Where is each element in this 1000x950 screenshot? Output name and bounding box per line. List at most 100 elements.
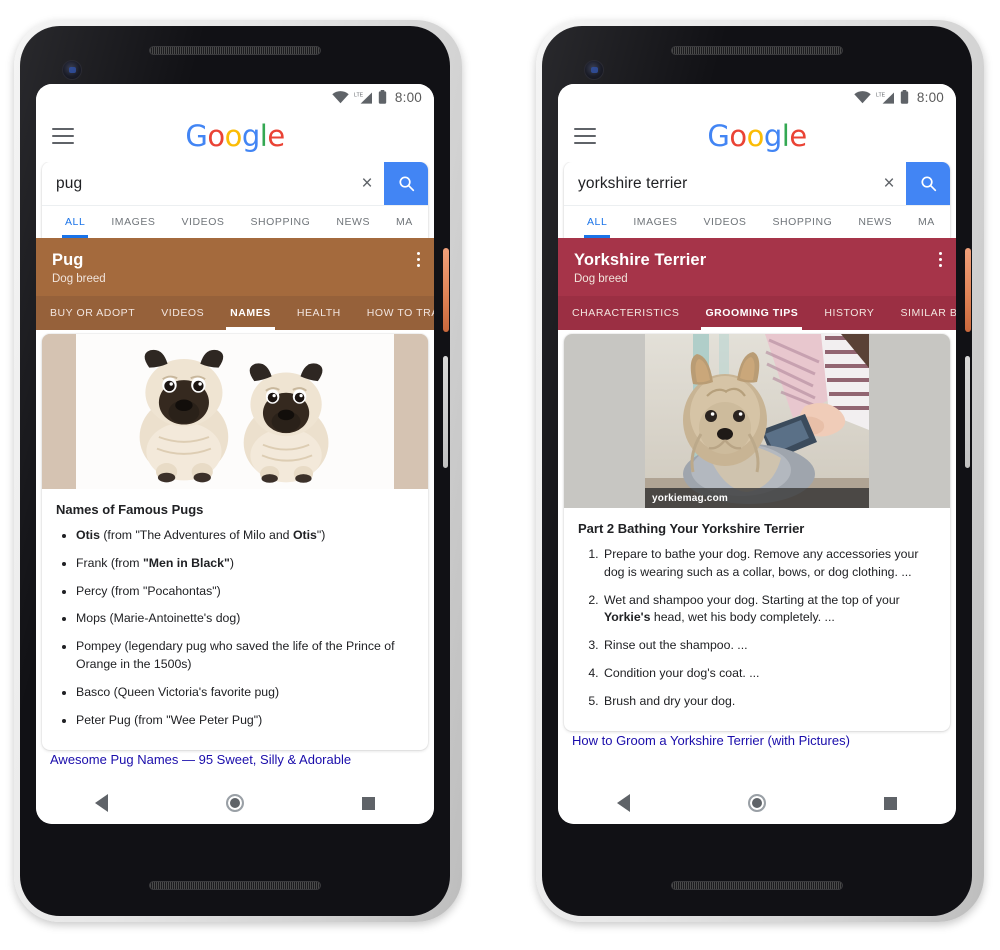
- body-heading: Part 2 Bathing Your Yorkshire Terrier: [578, 521, 805, 536]
- list-item: Condition your dog's coat. ...: [602, 665, 936, 683]
- result-content-yorkshire-terrier: yorkiemag.com Part 2 Bathing Your Yorksh…: [558, 330, 956, 782]
- tab-news[interactable]: NEWS: [845, 206, 905, 238]
- search-icon: [920, 176, 936, 192]
- google-logo: Google: [707, 118, 807, 153]
- back-triangle-icon[interactable]: [617, 794, 630, 812]
- bottom-speaker-grille: [149, 881, 321, 890]
- result-card[interactable]: yorkiemag.com Part 2 Bathing Your Yorksh…: [564, 334, 950, 731]
- kp-tab-how-to-train[interactable]: HOW TO TRAIN: [354, 296, 434, 330]
- list-item: Prepare to bathe your dog. Remove any ac…: [602, 546, 936, 582]
- android-nav-bar: [558, 782, 956, 824]
- earpiece-speaker-grille: [671, 46, 843, 55]
- next-result-link[interactable]: How to Groom a Yorkshire Terrier (with P…: [558, 731, 956, 748]
- google-app-header: Google: [36, 110, 434, 162]
- phone-screen-yorkshire-terrier: LTE 8:00 Google yorkshire terrier × ALL …: [558, 84, 956, 824]
- overflow-menu-icon[interactable]: [417, 252, 420, 267]
- famous-pug-names-list: Otis (from "The Adventures of Milo and O…: [56, 527, 414, 730]
- tab-all[interactable]: ALL: [574, 206, 620, 238]
- hamburger-menu-icon[interactable]: [574, 128, 596, 144]
- list-item: Basco (Queen Victoria's favorite pug): [76, 684, 414, 702]
- tab-shopping[interactable]: SHOPPING: [759, 206, 845, 238]
- search-submit-button[interactable]: [384, 162, 428, 205]
- status-bar: LTE 8:00: [558, 84, 956, 110]
- page-title: Pug: [52, 251, 84, 269]
- home-circle-icon[interactable]: [226, 794, 244, 812]
- body-heading: Names of Famous Pugs: [56, 502, 204, 517]
- kp-tab-similar-breeds[interactable]: SIMILAR BRE: [888, 296, 957, 330]
- image-credit-text: yorkiemag.com: [652, 492, 728, 504]
- status-bar-clock: 8:00: [394, 89, 422, 105]
- list-item: Rinse out the shampoo. ...: [602, 637, 936, 655]
- home-circle-icon[interactable]: [748, 794, 766, 812]
- tab-news[interactable]: NEWS: [323, 206, 383, 238]
- knowledge-panel-tabs: CHARACTERISTICS GROOMING TIPS HISTORY SI…: [558, 296, 956, 330]
- bottom-speaker-grille: [671, 881, 843, 890]
- search-bar[interactable]: yorkshire terrier ×: [564, 162, 950, 206]
- bathing-steps-list: Prepare to bathe your dog. Remove any ac…: [578, 546, 936, 711]
- lte-signal-icon: LTE: [876, 91, 895, 104]
- clear-search-icon[interactable]: ×: [872, 162, 906, 205]
- tab-shopping[interactable]: SHOPPING: [237, 206, 323, 238]
- recents-square-icon[interactable]: [362, 796, 375, 810]
- list-item: Percy (from "Pocahontas"): [76, 583, 414, 601]
- battery-icon: [378, 90, 387, 104]
- kp-tab-grooming-tips[interactable]: GROOMING TIPS: [692, 296, 811, 330]
- search-input[interactable]: pug: [42, 175, 350, 193]
- wifi-icon: [332, 90, 349, 104]
- kp-tab-videos[interactable]: VIDEOS: [148, 296, 217, 330]
- search-input[interactable]: yorkshire terrier: [564, 175, 872, 193]
- page-subtitle: Dog breed: [52, 273, 106, 285]
- kp-tab-characteristics[interactable]: CHARACTERISTICS: [558, 296, 692, 330]
- kp-tab-health[interactable]: HEALTH: [284, 296, 354, 330]
- list-item: Wet and shampoo your dog. Starting at th…: [602, 592, 936, 628]
- recents-square-icon[interactable]: [884, 796, 897, 810]
- svg-text:LTE: LTE: [354, 92, 364, 98]
- page-title: Yorkshire Terrier: [574, 251, 707, 269]
- result-card[interactable]: Names of Famous Pugs Otis (from "The Adv…: [42, 334, 428, 750]
- search-bar[interactable]: pug ×: [42, 162, 428, 206]
- back-triangle-icon[interactable]: [95, 794, 108, 812]
- google-app-header: Google: [558, 110, 956, 162]
- hero-image-area: [76, 334, 394, 489]
- knowledge-panel-header: Pug Dog breed: [36, 238, 434, 296]
- image-credit-badge: yorkiemag.com: [645, 488, 869, 508]
- pug-illustration: [76, 336, 394, 487]
- kp-tab-buy-or-adopt[interactable]: BUY OR ADOPT: [36, 296, 148, 330]
- tab-videos[interactable]: VIDEOS: [169, 206, 238, 238]
- volume-button[interactable]: [443, 356, 448, 468]
- knowledge-panel-header: Yorkshire Terrier Dog breed: [558, 238, 956, 296]
- kp-tab-names[interactable]: NAMES: [217, 296, 284, 330]
- kp-tab-history[interactable]: HISTORY: [811, 296, 887, 330]
- tab-all[interactable]: ALL: [52, 206, 98, 238]
- search-card: pug × ALL IMAGES VIDEOS SHOPPING NEWS MA: [42, 162, 428, 238]
- hero-image-area: yorkiemag.com: [645, 334, 869, 508]
- list-item: Peter Pug (from "Wee Peter Pug"): [76, 712, 414, 730]
- hamburger-menu-icon[interactable]: [52, 128, 74, 144]
- volume-button[interactable]: [965, 356, 970, 468]
- front-camera-icon: [584, 60, 604, 80]
- phone-device-yorkshire-terrier: LTE 8:00 Google yorkshire terrier × ALL …: [528, 14, 996, 930]
- tab-maps[interactable]: MA: [905, 206, 948, 238]
- tab-videos[interactable]: VIDEOS: [691, 206, 760, 238]
- page-subtitle: Dog breed: [574, 273, 628, 285]
- search-icon: [398, 176, 414, 192]
- result-body: Part 2 Bathing Your Yorkshire Terrier Pr…: [564, 508, 950, 731]
- list-item: Mops (Marie-Antoinette's dog): [76, 610, 414, 628]
- tab-maps[interactable]: MA: [383, 206, 426, 238]
- next-result-link[interactable]: Awesome Pug Names — 95 Sweet, Silly & Ad…: [36, 750, 434, 767]
- power-button[interactable]: [965, 248, 971, 332]
- status-bar-clock: 8:00: [916, 89, 944, 105]
- list-item: Frank (from "Men in Black"): [76, 555, 414, 573]
- power-button[interactable]: [443, 248, 449, 332]
- clear-search-icon[interactable]: ×: [350, 162, 384, 205]
- list-item: Otis (from "The Adventures of Milo and O…: [76, 527, 414, 545]
- battery-icon: [900, 90, 909, 104]
- tab-images[interactable]: IMAGES: [620, 206, 690, 238]
- phone-bezel: LTE 8:00: [542, 26, 972, 916]
- search-submit-button[interactable]: [906, 162, 950, 205]
- overflow-menu-icon[interactable]: [939, 252, 942, 267]
- result-content-pug: Names of Famous Pugs Otis (from "The Adv…: [36, 330, 434, 782]
- tab-images[interactable]: IMAGES: [98, 206, 168, 238]
- two-pugs-photo: [42, 334, 428, 489]
- status-bar: LTE 8:00: [36, 84, 434, 110]
